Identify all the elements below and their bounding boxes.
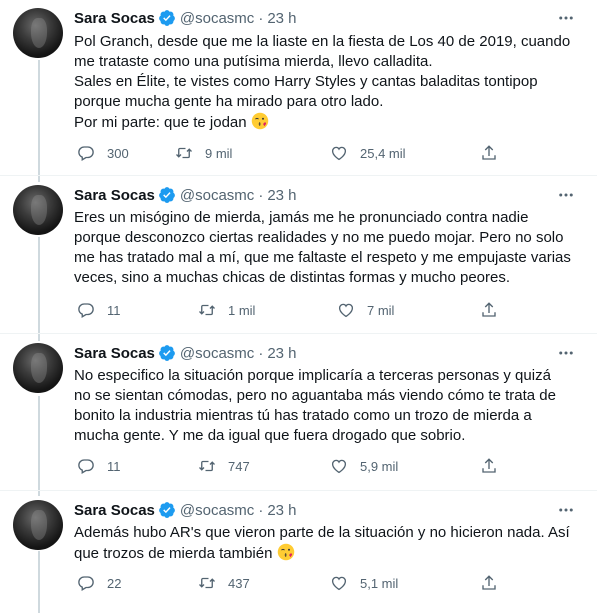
timestamp[interactable]: 23 h <box>267 10 296 27</box>
retweet-count: 747 <box>228 458 250 474</box>
avatar[interactable] <box>13 185 63 235</box>
verified-badge-icon <box>159 187 175 203</box>
like-count: 25,4 mil <box>360 145 406 161</box>
like-button[interactable]: 5,9 mil <box>330 456 398 476</box>
author-handle[interactable]: @socasmc <box>180 502 254 519</box>
author-handle[interactable]: @socasmc <box>180 10 254 27</box>
retweet-button[interactable]: 1 mil <box>198 300 255 320</box>
tweet[interactable]: Sara Socas @socasmc · 23 h Eres un misóg… <box>0 176 597 336</box>
reply-icon <box>78 146 94 161</box>
heart-icon <box>338 303 354 318</box>
verified-badge-icon <box>159 502 175 518</box>
retweet-icon <box>199 304 215 316</box>
heart-icon <box>331 146 347 161</box>
like-button[interactable]: 5,1 mil <box>330 573 398 593</box>
author-name[interactable]: Sara Socas <box>74 345 155 362</box>
like-count: 7 mil <box>367 302 395 318</box>
retweet-button[interactable]: 437 <box>198 573 250 593</box>
reply-count: 11 <box>107 458 121 474</box>
tweet-actions: 300 9 mil 25,4 mil <box>74 143 514 163</box>
timestamp[interactable]: 23 h <box>267 345 296 362</box>
tweet-actions: 22 437 5,1 mil <box>74 573 514 593</box>
tweet-text: Pol Granch, desde que me la liaste en la… <box>74 32 579 133</box>
tweet-header: Sara Socas @socasmc · 23 h <box>74 343 297 363</box>
heart-icon <box>331 576 347 591</box>
like-button[interactable]: 7 mil <box>337 300 394 320</box>
more-options-icon[interactable] <box>557 501 575 519</box>
more-options-icon[interactable] <box>557 344 575 362</box>
reply-count: 22 <box>107 575 122 591</box>
timestamp[interactable]: 23 h <box>267 502 296 519</box>
reply-count: 300 <box>107 145 129 161</box>
author-name[interactable]: Sara Socas <box>74 10 155 27</box>
retweet-count: 437 <box>228 575 250 591</box>
author-handle[interactable]: @socasmc <box>180 345 254 362</box>
tweet-actions: 11 747 5,9 mil <box>74 456 514 476</box>
tweet-text: Eres un misógino de mierda, jamás me he … <box>74 209 571 286</box>
like-button[interactable]: 25,4 mil <box>330 143 406 163</box>
avatar[interactable] <box>13 343 63 393</box>
retweet-button[interactable]: 9 mil <box>175 143 232 163</box>
separator-dot: · <box>258 186 264 204</box>
tweet-text: Además hubo AR's que vieron parte de la … <box>74 523 579 564</box>
tweet[interactable]: Sara Socas @socasmc · 23 h No especifico… <box>0 334 597 490</box>
tweet-text-body: Pol Granch, desde que me la liaste en la… <box>74 33 571 131</box>
face-blowing-kiss-icon <box>277 543 294 561</box>
timestamp[interactable]: 23 h <box>267 187 296 204</box>
reply-button[interactable]: 300 <box>77 143 129 163</box>
tweet-text: No especifico la situación porque implic… <box>74 367 556 444</box>
author-name[interactable]: Sara Socas <box>74 502 155 519</box>
verified-badge-icon <box>159 345 175 361</box>
author-handle[interactable]: @socasmc <box>180 187 254 204</box>
retweet-count: 1 mil <box>228 302 256 318</box>
separator-dot: · <box>258 9 264 27</box>
retweet-icon <box>199 577 215 589</box>
verified-badge-icon <box>159 10 175 26</box>
reply-icon <box>78 576 94 591</box>
avatar[interactable] <box>13 8 63 58</box>
separator-dot: · <box>258 501 264 519</box>
share-button[interactable] <box>480 300 498 320</box>
retweet-button[interactable]: 747 <box>198 456 250 476</box>
more-options-icon[interactable] <box>557 9 575 27</box>
share-icon <box>482 145 496 160</box>
tweet-header: Sara Socas @socasmc · 23 h <box>74 500 297 520</box>
heart-icon <box>331 459 347 474</box>
tweet-header: Sara Socas @socasmc · 23 h <box>74 8 297 28</box>
reply-button[interactable]: 11 <box>77 300 121 320</box>
tweet[interactable]: Sara Socas @socasmc · 23 h Pol Granch, d… <box>0 0 597 175</box>
reply-count: 11 <box>107 302 121 318</box>
face-blowing-kiss-icon <box>251 112 269 130</box>
share-button[interactable] <box>480 456 498 476</box>
share-icon <box>482 575 496 590</box>
retweet-count: 9 mil <box>205 145 233 161</box>
share-icon <box>482 458 496 473</box>
reply-icon <box>78 459 94 474</box>
avatar[interactable] <box>13 500 63 550</box>
author-name[interactable]: Sara Socas <box>74 187 155 204</box>
tweet-text-body: Además hubo AR's que vieron parte de la … <box>74 524 570 562</box>
like-count: 5,1 mil <box>360 575 399 591</box>
reply-icon <box>78 303 94 318</box>
share-button[interactable] <box>480 573 498 593</box>
retweet-icon <box>199 460 215 472</box>
reply-button[interactable]: 11 <box>77 456 121 476</box>
tweet-header: Sara Socas @socasmc · 23 h <box>74 185 297 205</box>
reply-button[interactable]: 22 <box>77 573 121 593</box>
retweet-icon <box>176 147 192 159</box>
separator-dot: · <box>258 344 264 362</box>
tweet[interactable]: Sara Socas @socasmc · 23 h Además hubo A… <box>0 491 597 613</box>
share-button[interactable] <box>480 143 498 163</box>
like-count: 5,9 mil <box>360 458 399 474</box>
share-icon <box>482 302 496 317</box>
more-options-icon[interactable] <box>557 186 575 204</box>
tweet-actions: 11 1 mil 7 mil <box>74 300 514 320</box>
